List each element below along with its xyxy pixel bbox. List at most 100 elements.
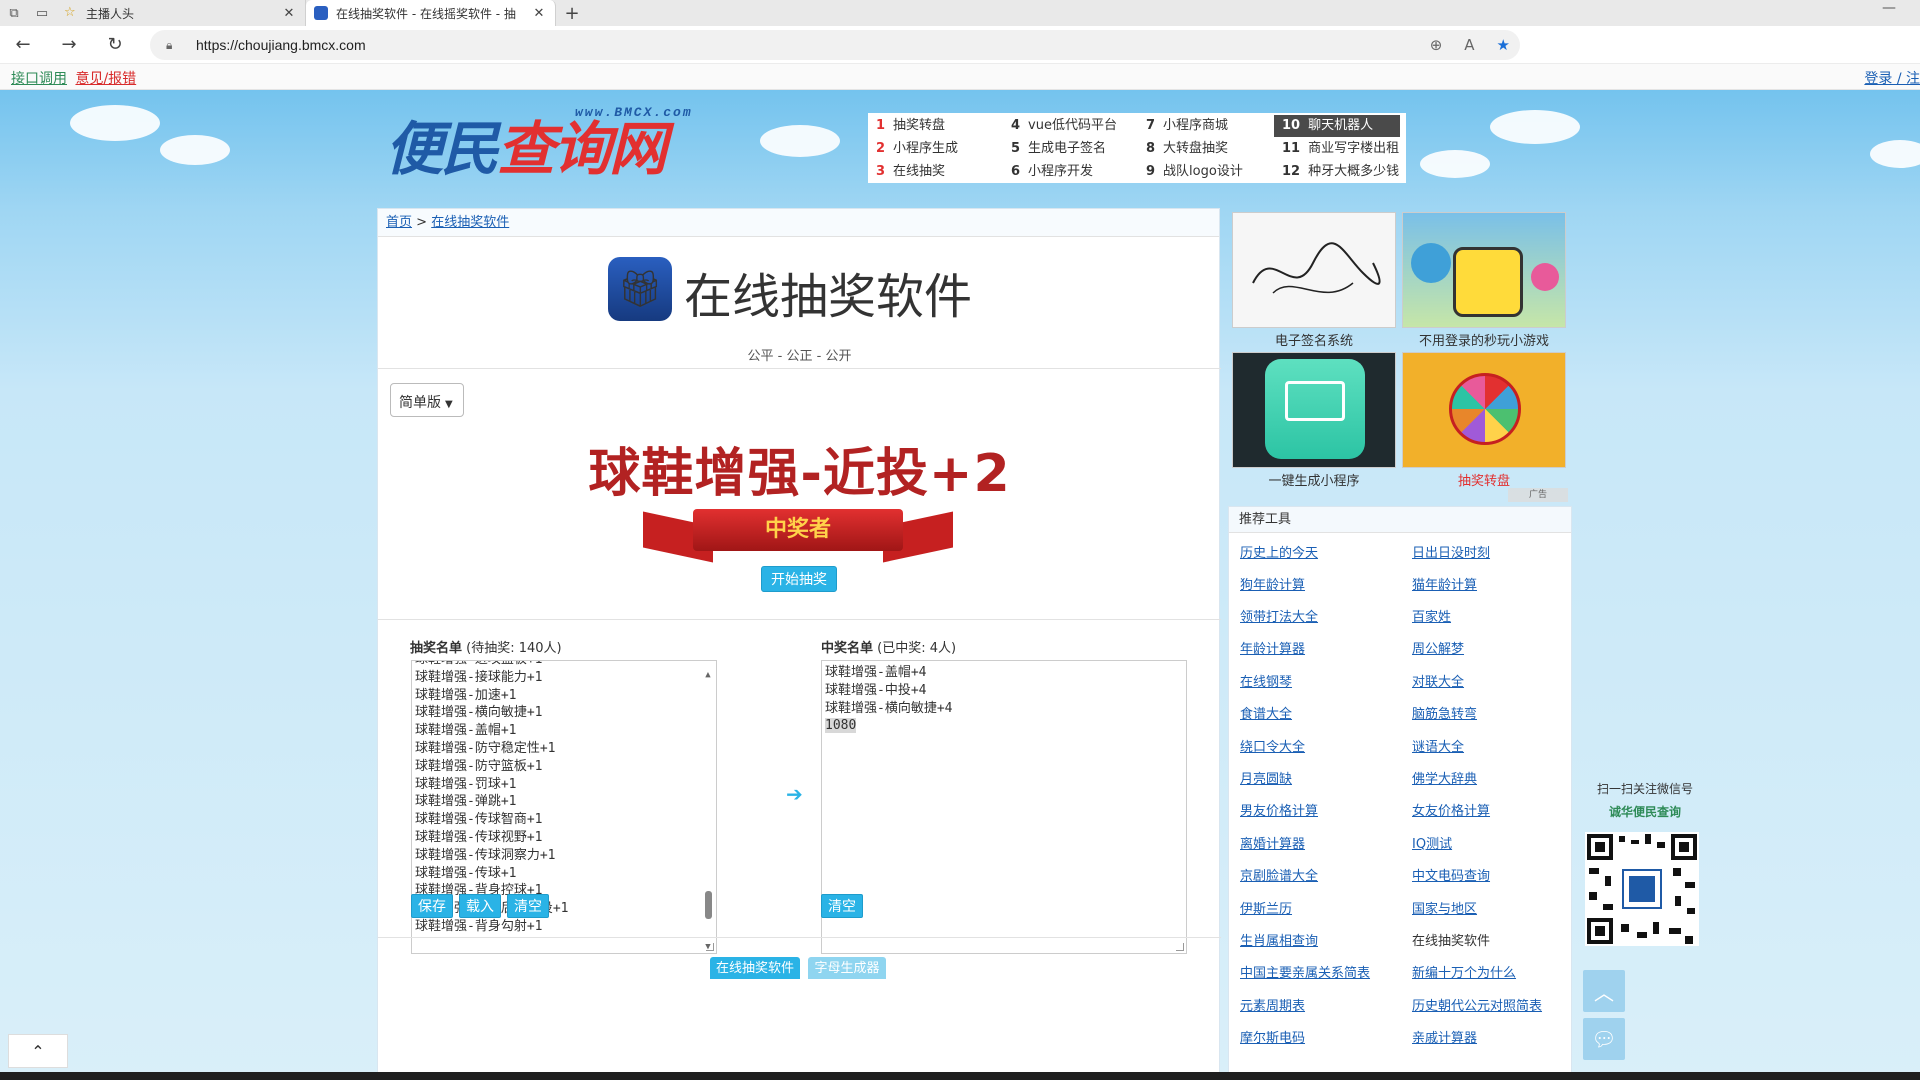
top-link[interactable]: 3 在线抽奖 — [868, 161, 1002, 183]
resize-grip-icon[interactable] — [1176, 943, 1184, 951]
tool-link[interactable]: 伊斯兰历 — [1240, 898, 1292, 917]
tool-link[interactable]: 中文电码查询 — [1412, 865, 1490, 884]
workspaces-icon[interactable]: ⧉ — [0, 0, 28, 26]
chevron-up-icon: ︿ — [1594, 980, 1614, 1005]
top-link[interactable]: 2 小程序生成 — [868, 138, 1002, 160]
ad-mini-game[interactable]: 不用登录的秒玩小游戏 — [1402, 212, 1566, 349]
ad-prize-wheel[interactable]: 抽奖转盘 — [1402, 352, 1566, 489]
feedback-chat-button[interactable]: 💬︎ — [1583, 1018, 1625, 1060]
ad-signature[interactable]: 电子签名系统 — [1232, 212, 1396, 349]
tool-link[interactable]: 食谱大全 — [1240, 703, 1292, 722]
top-link[interactable]: 6 小程序开发 — [1003, 161, 1137, 183]
title-section: 🎁︎ 在线抽奖软件 公平 - 公正 - 公开 — [378, 237, 1221, 369]
close-tab-icon[interactable]: ✕ — [281, 6, 297, 21]
collapse-panel-button[interactable]: ⌃ — [8, 1034, 68, 1068]
tool-link[interactable]: 领带打法大全 — [1240, 606, 1318, 625]
rank-number: 4 — [1011, 118, 1021, 133]
top-link[interactable]: 12 种牙大概多少钱 — [1274, 161, 1406, 183]
logo-text: 便民 — [385, 115, 499, 183]
tool-link[interactable]: 摩尔斯电码 — [1240, 1027, 1305, 1046]
minimize-icon[interactable]: — — [1882, 0, 1896, 16]
cloud-decoration — [70, 105, 160, 141]
tool-link[interactable]: 周公解梦 — [1412, 638, 1464, 657]
forward-icon[interactable]: → — [46, 26, 92, 64]
tab-actions-icon[interactable]: ▭ — [28, 0, 56, 26]
winner-list-textarea[interactable]: 球鞋增强-盖帽+4 球鞋增强-中投+4 球鞋增强-横向敏捷+4 1080 — [821, 660, 1187, 954]
top-link[interactable]: 1 抽奖转盘 — [868, 115, 1002, 137]
top-link[interactable]: 7 小程序商城 — [1138, 115, 1272, 137]
top-link[interactable]: 11 商业写字楼出租 — [1274, 138, 1406, 160]
top-link[interactable]: 8 大转盘抽奖 — [1138, 138, 1272, 160]
breadcrumb-home[interactable]: 首页 — [386, 215, 412, 230]
breadcrumb-current[interactable]: 在线抽奖软件 — [431, 215, 509, 230]
tool-link[interactable]: 日出日没时刻 — [1412, 542, 1490, 561]
gift-box-icon: 🎁︎ — [608, 257, 672, 321]
back-to-top-button[interactable]: ︿ — [1583, 970, 1625, 1012]
tool-link[interactable]: 狗年龄计算 — [1240, 574, 1305, 593]
tool-link[interactable]: 谜语大全 — [1412, 736, 1464, 755]
tool-link[interactable]: 中国主要亲属关系简表 — [1240, 962, 1370, 981]
site-logo[interactable]: 便民查询网 www.BMCX.com — [385, 102, 735, 194]
tool-link[interactable]: 男友价格计算 — [1240, 800, 1318, 819]
save-button[interactable]: 保存 — [411, 894, 453, 918]
scroll-thumb[interactable] — [705, 891, 712, 919]
tab-lottery-software[interactable]: 在线抽奖软件 — [710, 957, 800, 979]
lock-icon[interactable]: 🔒︎ — [166, 38, 184, 53]
pending-list-textarea[interactable]: 球鞋增强-进攻篮板+1 球鞋增强-接球能力+1 球鞋增强-加速+1 球鞋增强-横… — [411, 660, 717, 954]
tool-link[interactable]: 绕口令大全 — [1240, 736, 1305, 755]
tab-letter-generator[interactable]: 字母生成器 — [808, 957, 886, 979]
list-item: 球鞋增强-进攻篮板+1 — [412, 661, 716, 669]
new-tab-icon[interactable]: + — [556, 0, 588, 26]
list-item: 球鞋增强-背身勾射+1 — [415, 918, 543, 934]
tool-link[interactable]: 脑筋急转弯 — [1412, 703, 1477, 722]
resize-grip-icon[interactable] — [706, 943, 714, 951]
top-link[interactable]: 4 vue低代码平台 — [1003, 115, 1137, 137]
tool-link[interactable]: 元素周期表 — [1240, 995, 1305, 1014]
address-bar[interactable]: 🔒︎ https://choujiang.bmcx.com ⊕ A ★ — [150, 30, 1520, 60]
top-link[interactable]: 9 战队logo设计 — [1138, 161, 1272, 183]
list-item: 球鞋增强-传球智商+1 — [415, 812, 543, 828]
tool-link[interactable]: 新编十万个为什么 — [1412, 962, 1516, 981]
scrollbar[interactable]: ▲ ▼ — [702, 663, 714, 953]
winner-label-title: 中奖名单 — [821, 641, 874, 656]
browser-tab-2[interactable]: 在线抽奖软件 - 在线摇奖软件 - 抽 ✕ — [306, 0, 556, 26]
tool-link[interactable]: 历史上的今天 — [1240, 542, 1318, 561]
favorite-star-icon[interactable]: ★ — [1497, 36, 1510, 54]
top-link[interactable]: 5 生成电子签名 — [1003, 138, 1137, 160]
tool-link[interactable]: 对联大全 — [1412, 671, 1464, 690]
version-select[interactable]: 简单版 ▼ — [390, 383, 464, 417]
refresh-icon[interactable]: ↻ — [92, 26, 138, 64]
tool-link[interactable]: 百家姓 — [1412, 606, 1451, 625]
start-draw-button[interactable]: 开始抽奖 — [761, 566, 837, 592]
top-link-highlighted[interactable]: 10 聊天机器人 — [1274, 115, 1400, 137]
cloud-decoration — [1870, 140, 1920, 168]
ad-close-icon[interactable]: 广告 — [1508, 488, 1568, 502]
tool-link[interactable]: 年龄计算器 — [1240, 638, 1305, 657]
close-tab-icon[interactable]: ✕ — [531, 6, 547, 21]
browser-tab-1[interactable]: ☆ 主播人头 ✕ — [56, 0, 306, 26]
tool-link[interactable]: 猫年龄计算 — [1412, 574, 1477, 593]
tool-link[interactable]: 生肖属相查询 — [1240, 930, 1318, 949]
tool-link[interactable]: IQ测试 — [1412, 833, 1452, 852]
winner-ribbon: 中奖者 — [643, 509, 953, 563]
clear-winners-button[interactable]: 清空 — [821, 894, 863, 918]
load-button[interactable]: 载入 — [459, 894, 501, 918]
tool-link[interactable]: 月亮圆缺 — [1240, 768, 1292, 787]
scroll-up-icon[interactable]: ▲ — [702, 667, 714, 680]
tool-link[interactable]: 女友价格计算 — [1412, 800, 1490, 819]
tool-link[interactable]: 佛学大辞典 — [1412, 768, 1477, 787]
ad-mini-program[interactable]: 一键生成小程序 — [1232, 352, 1396, 489]
api-link[interactable]: 接口调用 — [11, 71, 67, 87]
zoom-icon[interactable]: ⊕ — [1430, 36, 1443, 54]
tool-link[interactable]: 历史朝代公元对照简表 — [1412, 995, 1542, 1014]
login-link[interactable]: 登录 / 注 — [1864, 68, 1920, 88]
feedback-link[interactable]: 意见/报错 — [75, 71, 136, 87]
tool-link[interactable]: 亲戚计算器 — [1412, 1027, 1477, 1046]
clear-pending-button[interactable]: 清空 — [507, 894, 549, 918]
tool-link[interactable]: 京剧脸谱大全 — [1240, 865, 1318, 884]
tool-link[interactable]: 离婚计算器 — [1240, 833, 1305, 852]
read-aloud-icon[interactable]: A — [1464, 36, 1474, 54]
tool-link[interactable]: 在线钢琴 — [1240, 671, 1292, 690]
tool-link[interactable]: 国家与地区 — [1412, 898, 1477, 917]
back-icon[interactable]: ← — [0, 26, 46, 64]
